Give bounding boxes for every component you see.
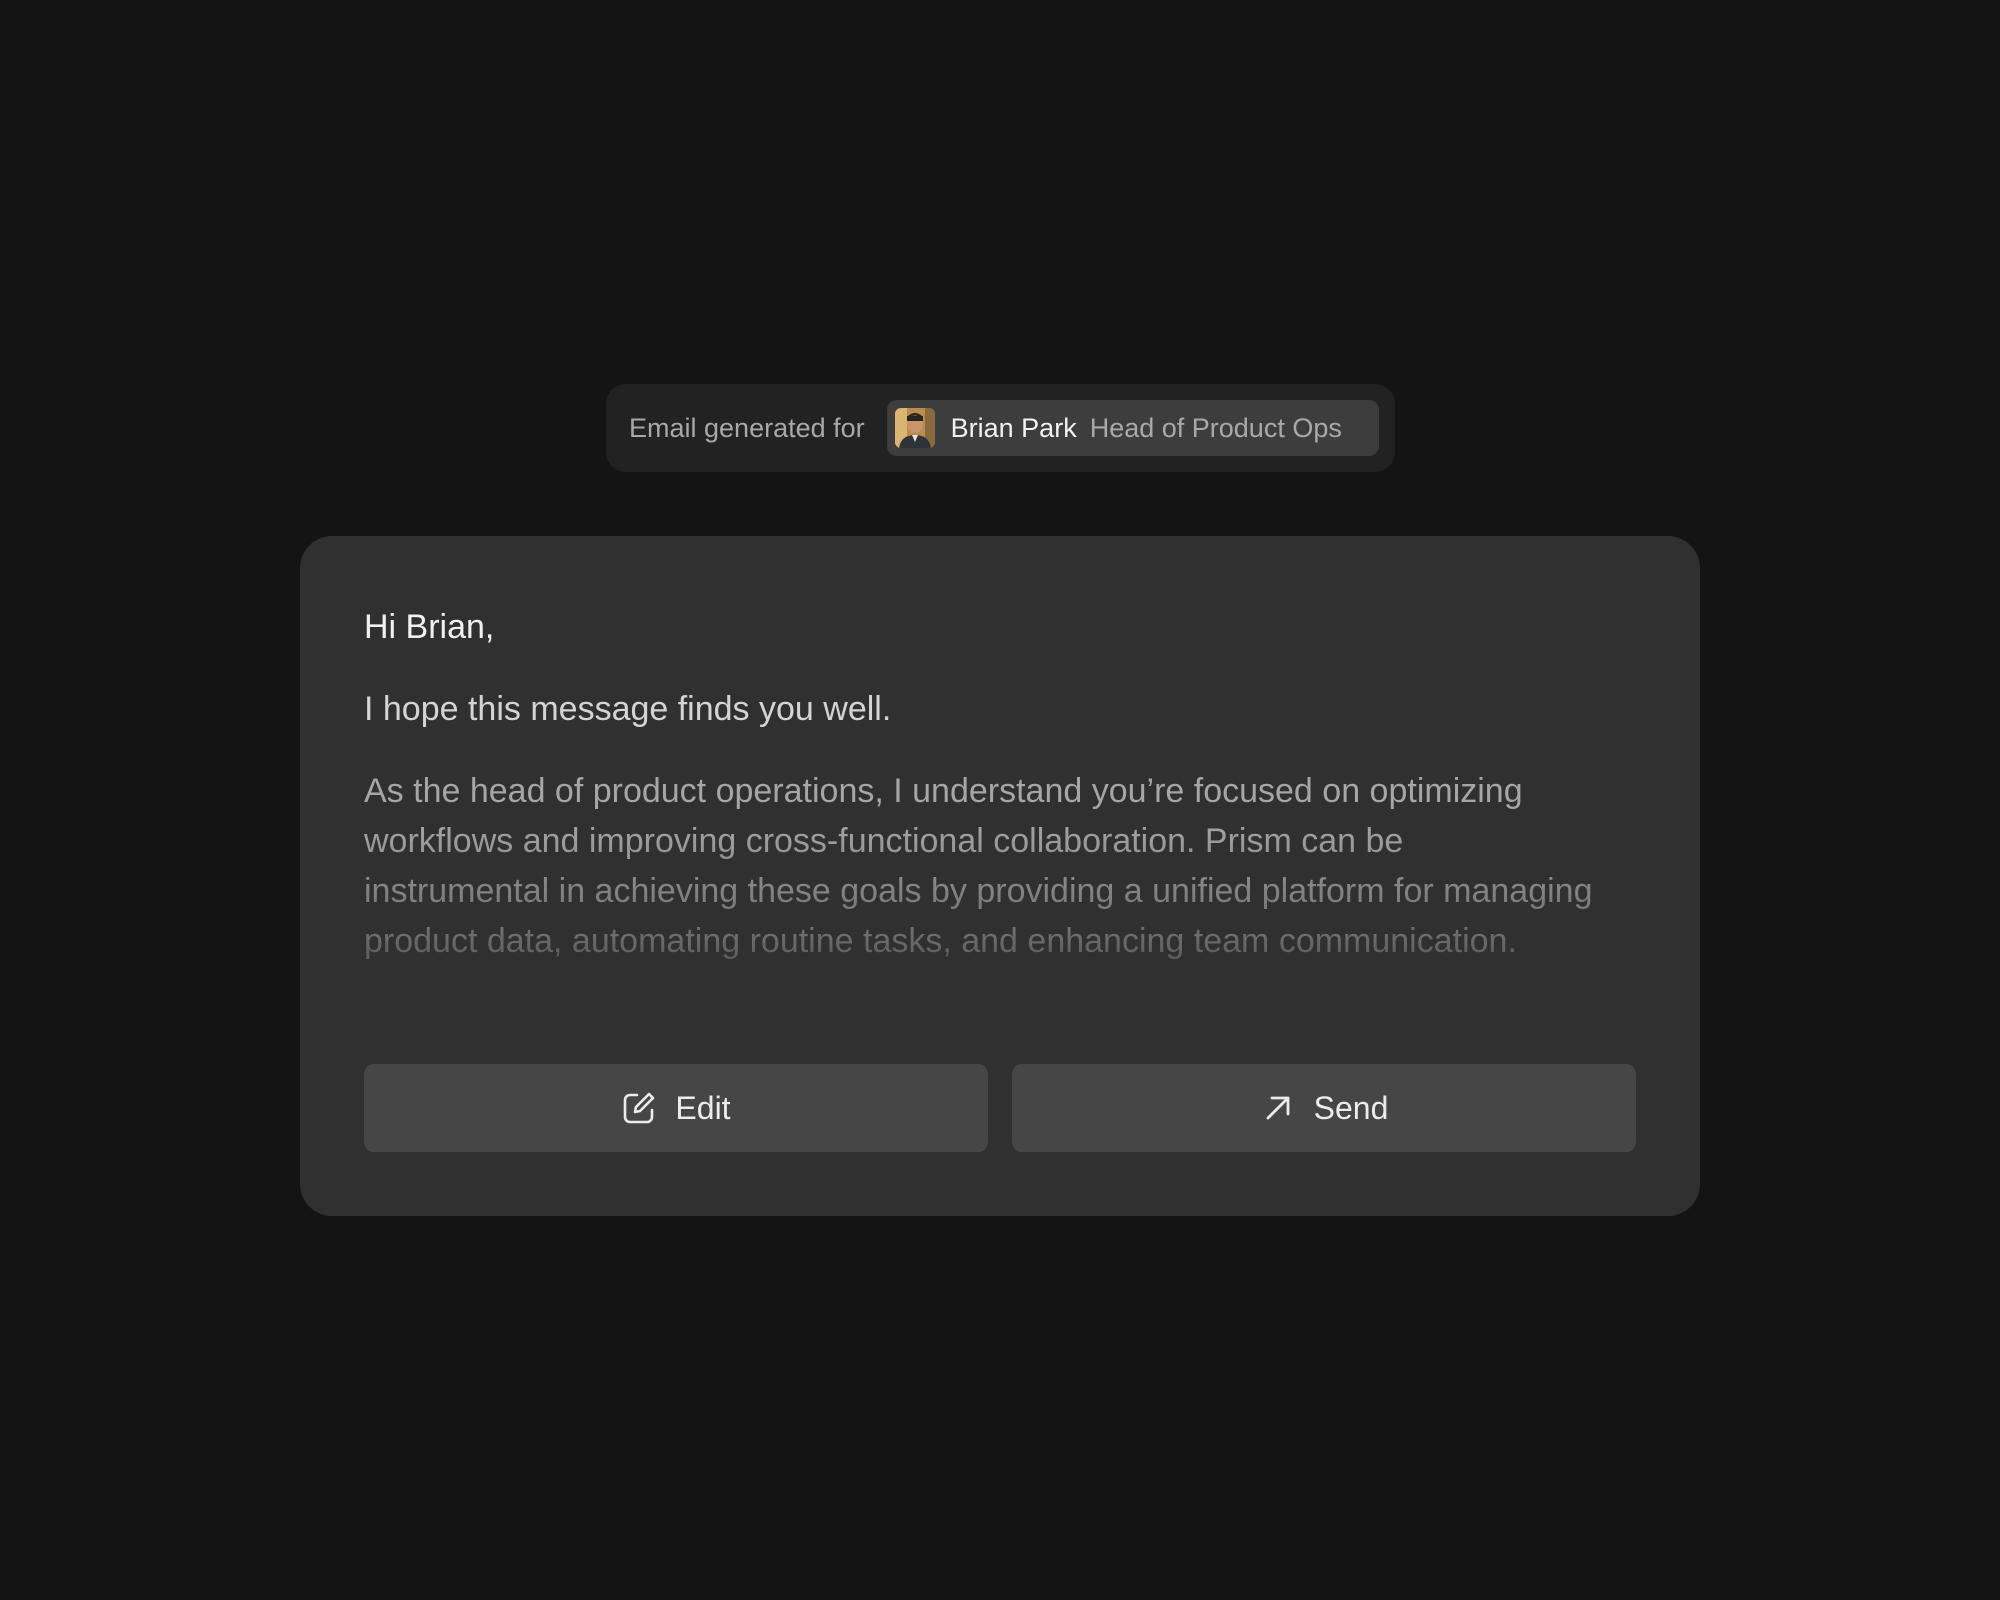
email-greeting: Hi Brian, xyxy=(364,608,495,646)
send-button[interactable]: Send xyxy=(1012,1064,1636,1152)
recipient-title: Head of Product Ops xyxy=(1089,412,1342,443)
edit-button[interactable]: Edit xyxy=(364,1064,988,1152)
edit-button-label: Edit xyxy=(675,1089,731,1126)
recipient-bar: Email generated for Brian Park Head of P… xyxy=(606,384,1395,472)
arrow-up-right-icon xyxy=(1260,1090,1296,1126)
avatar xyxy=(894,408,935,448)
recipient-label: Email generated for xyxy=(629,412,865,443)
email-actions: Edit Send xyxy=(364,1064,1636,1152)
email-intro: I hope this message finds you well. xyxy=(364,690,892,728)
recipient-name: Brian Park xyxy=(950,412,1077,443)
edit-icon xyxy=(621,1090,657,1126)
send-button-label: Send xyxy=(1313,1089,1389,1126)
email-body: As the head of product operations, I und… xyxy=(364,766,1594,966)
email-card: Hi Brian, I hope this message finds you … xyxy=(300,536,1700,1216)
recipient-chip[interactable]: Brian Park Head of Product Ops xyxy=(886,400,1379,456)
